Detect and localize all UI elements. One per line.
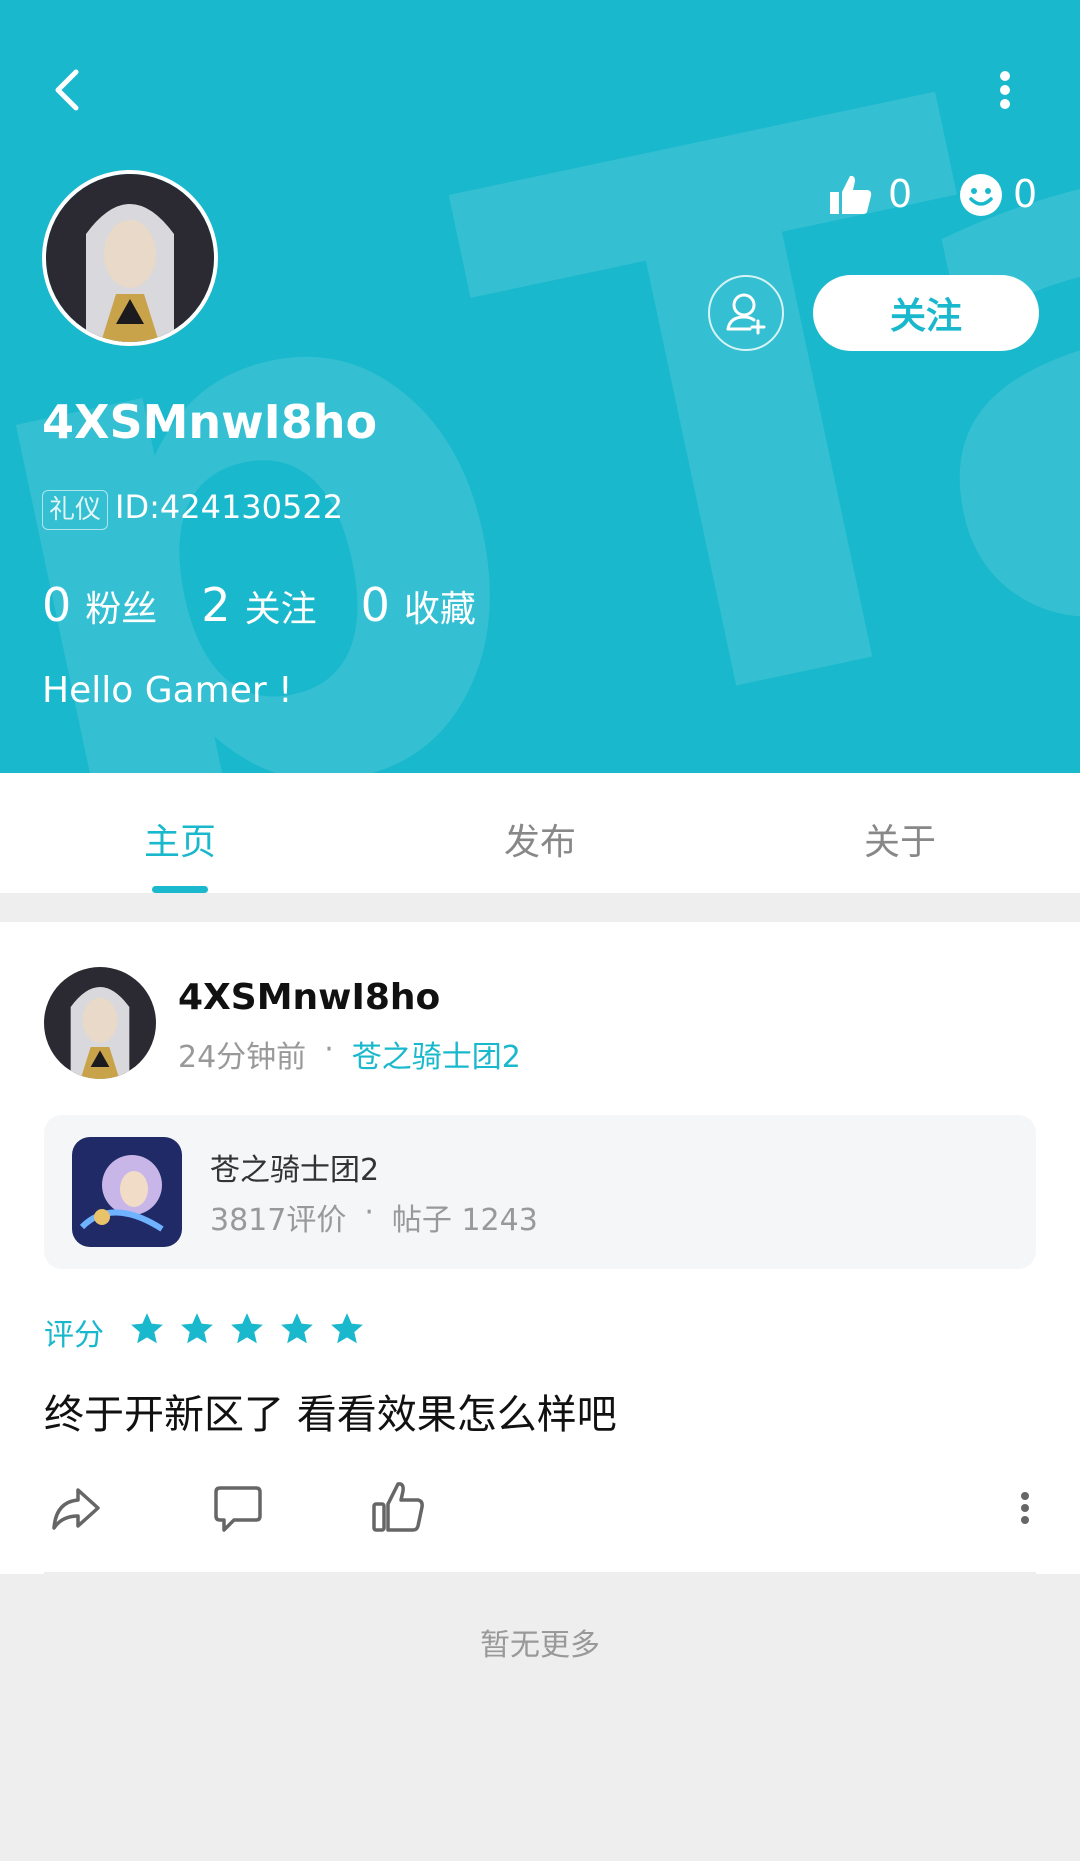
more-vertical-icon [1021, 1492, 1029, 1524]
star-icon [131, 1313, 163, 1344]
tab-posts[interactable]: 发布 [440, 813, 640, 865]
post-author-avatar[interactable] [44, 967, 156, 1079]
avatar-image [46, 174, 214, 342]
stat-number: 2 [201, 578, 231, 632]
comment-button[interactable] [210, 1480, 266, 1540]
post-card[interactable]: 4XSMnwI8ho 24分钟前 · 苍之骑士团2 苍之骑士团2 3817评价 … [0, 922, 1080, 1574]
game-posts: 帖子 1243 [391, 1203, 538, 1238]
game-card[interactable]: 苍之骑士团2 3817评价 · 帖子 1243 [44, 1115, 1036, 1269]
profile-avatar[interactable] [42, 170, 218, 346]
profile-bio: Hello Gamer ! [42, 670, 293, 711]
back-button[interactable] [40, 60, 100, 120]
post-meta: 24分钟前 · 苍之骑士团2 [178, 1032, 521, 1076]
post-time: 24分钟前 [178, 1040, 307, 1075]
post-game-link[interactable]: 苍之骑士团2 [352, 1032, 521, 1076]
stat-label: 粉丝 [85, 589, 158, 630]
game-reviews: 3817评价 [210, 1203, 347, 1238]
profile-stats: 0 粉丝 2 关注 0 收藏 [42, 578, 520, 632]
game-icon-image [72, 1137, 182, 1247]
star-icon [331, 1313, 363, 1344]
smiles-count: 0 [1013, 172, 1038, 216]
divider [44, 1572, 1036, 1574]
rating-stars [128, 1310, 378, 1348]
stat-number: 0 [42, 578, 72, 632]
chevron-left-icon [55, 69, 79, 111]
tab-home[interactable]: 主页 [80, 813, 280, 865]
star-icon [231, 1313, 263, 1344]
thumbs-up-icon [372, 1482, 424, 1532]
stat-label: 关注 [244, 589, 317, 630]
profile-username: 4XSMnwI8ho [42, 395, 378, 449]
post-author-name[interactable]: 4XSMnwI8ho [178, 977, 440, 1018]
profile-header: pTap 0 0 关注 4XSMnwI8ho 礼仪 ID:424130522 0… [0, 0, 1080, 773]
stat-label: 收藏 [403, 589, 476, 630]
post-content: 终于开新区了 看看效果怎么样吧 [44, 1392, 617, 1438]
star-icon [281, 1313, 313, 1344]
stat-fans[interactable]: 0 粉丝 [42, 578, 157, 632]
add-friend-button[interactable] [708, 275, 784, 351]
rating-label: 评分 [44, 1318, 104, 1353]
meta-separator: · [324, 1032, 334, 1067]
tab-about[interactable]: 关于 [800, 813, 1000, 865]
user-id: ID:424130522 [115, 488, 344, 526]
star-icon [181, 1313, 213, 1344]
watermark-logo: pTap [0, 0, 1080, 773]
game-name: 苍之骑士团2 [210, 1153, 380, 1188]
game-icon [72, 1137, 182, 1247]
post-more-button[interactable] [1015, 1480, 1035, 1540]
share-icon [52, 1488, 100, 1530]
svg-text:pTap: pTap [0, 0, 1080, 773]
stat-following[interactable]: 2 关注 [201, 578, 316, 632]
active-tab-indicator [152, 886, 208, 893]
thumbs-up-icon [830, 175, 872, 214]
stat-favorites[interactable]: 0 收藏 [361, 578, 476, 632]
share-button[interactable] [48, 1480, 104, 1540]
profile-tabs: 主页 发布 关于 [0, 773, 1080, 893]
no-more-text: 暂无更多 [480, 1628, 600, 1663]
follow-button[interactable]: 关注 [813, 275, 1039, 351]
badge-label: 礼仪 [42, 490, 109, 530]
likes-count: 0 [888, 172, 913, 216]
avatar-image [44, 967, 156, 1079]
meta-separator: · [364, 1195, 374, 1230]
comment-icon [214, 1486, 262, 1532]
smile-icon [960, 174, 1002, 216]
more-vertical-icon [1000, 71, 1010, 109]
more-options-button[interactable] [990, 60, 1020, 120]
like-button[interactable] [370, 1480, 426, 1540]
stat-number: 0 [360, 578, 390, 632]
game-stats: 3817评价 · 帖子 1243 [210, 1195, 538, 1239]
add-user-icon [726, 293, 766, 335]
